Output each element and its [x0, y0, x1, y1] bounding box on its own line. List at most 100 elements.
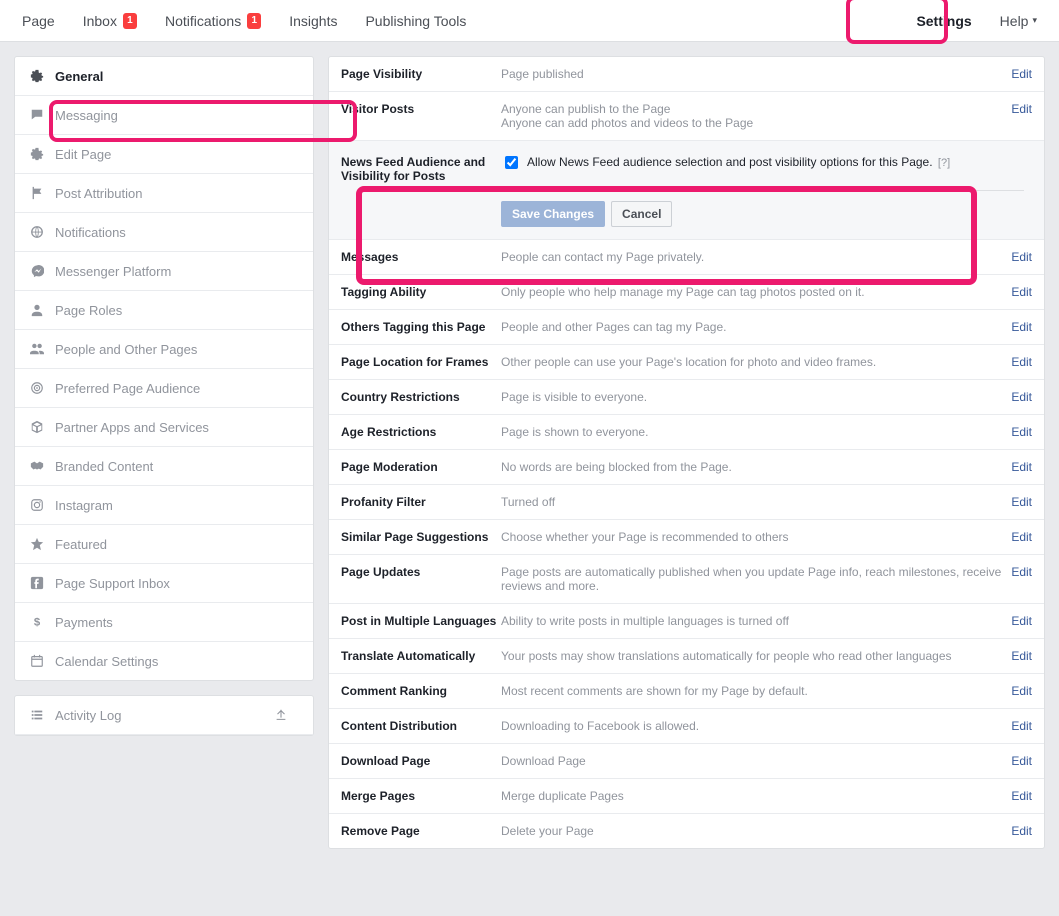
fb-icon [29, 575, 45, 591]
settings-main: Page VisibilityPage publishedEditVisitor… [328, 56, 1045, 849]
sidebar-item-label: Notifications [55, 225, 126, 240]
edit-link[interactable]: Edit [1011, 789, 1032, 803]
nav-help[interactable]: Help▾ [986, 0, 1051, 41]
edit-link[interactable]: Edit [1011, 320, 1032, 334]
activity-log-link[interactable]: Activity Log [15, 696, 313, 735]
setting-value: Only people who help manage my Page can … [501, 285, 1011, 299]
sidebar-item-branded-content[interactable]: Branded Content [15, 447, 313, 486]
nav-notifications[interactable]: Notifications1 [151, 0, 275, 41]
setting-row-others-tagging-this-page: Others Tagging this PagePeople and other… [329, 310, 1044, 345]
sidebar-item-featured[interactable]: Featured [15, 525, 313, 564]
people-icon [29, 341, 45, 357]
setting-value: Allow News Feed audience selection and p… [501, 155, 1032, 227]
edit-link[interactable]: Edit [1011, 425, 1032, 439]
nav-inbox[interactable]: Inbox1 [69, 0, 151, 41]
sidebar-item-label: Post Attribution [55, 186, 142, 201]
setting-label: Post in Multiple Languages [341, 614, 501, 628]
list-icon [29, 707, 45, 723]
edit-link[interactable]: Edit [1011, 719, 1032, 733]
sidebar-item-people-and-other-pages[interactable]: People and Other Pages [15, 330, 313, 369]
edit-link[interactable]: Edit [1011, 67, 1032, 81]
edit-link[interactable]: Edit [1011, 565, 1032, 593]
setting-label: Page Updates [341, 565, 501, 593]
nav-page[interactable]: Page [8, 0, 69, 41]
sidebar-item-preferred-page-audience[interactable]: Preferred Page Audience [15, 369, 313, 408]
save-changes-button[interactable]: Save Changes [501, 201, 605, 227]
sidebar-item-label: Page Roles [55, 303, 122, 318]
setting-row-country-restrictions: Country RestrictionsPage is visible to e… [329, 380, 1044, 415]
sidebar-item-messenger-platform[interactable]: Messenger Platform [15, 252, 313, 291]
activity-log-box: Activity Log [14, 695, 314, 736]
sidebar-item-notifications[interactable]: Notifications [15, 213, 313, 252]
setting-value: Page published [501, 67, 1011, 81]
sidebar-item-edit-page[interactable]: Edit Page [15, 135, 313, 174]
edit-link[interactable]: Edit [1011, 285, 1032, 299]
setting-label: Others Tagging this Page [341, 320, 501, 334]
setting-value: Ability to write posts in multiple langu… [501, 614, 1011, 628]
setting-row-similar-page-suggestions: Similar Page SuggestionsChoose whether y… [329, 520, 1044, 555]
sidebar-item-label: Edit Page [55, 147, 111, 162]
edit-link[interactable]: Edit [1011, 649, 1032, 663]
newsfeed-audience-checkbox[interactable] [505, 156, 518, 169]
edit-link[interactable]: Edit [1011, 390, 1032, 404]
setting-row-download-page: Download PageDownload PageEdit [329, 744, 1044, 779]
gear-icon [29, 146, 45, 162]
edit-link[interactable]: Edit [1011, 355, 1032, 369]
setting-label: Page Moderation [341, 460, 501, 474]
box-icon [29, 419, 45, 435]
setting-label: Comment Ranking [341, 684, 501, 698]
edit-link[interactable]: Edit [1011, 614, 1032, 628]
sidebar-item-label: People and Other Pages [55, 342, 197, 357]
sidebar-item-page-support-inbox[interactable]: Page Support Inbox [15, 564, 313, 603]
edit-link[interactable]: Edit [1011, 684, 1032, 698]
edit-link[interactable]: Edit [1011, 102, 1032, 130]
sidebar-item-label: Messaging [55, 108, 118, 123]
edit-link[interactable]: Edit [1011, 460, 1032, 474]
chevron-down-icon: ▾ [1032, 15, 1037, 26]
sidebar-item-label: Page Support Inbox [55, 576, 170, 591]
setting-label: Remove Page [341, 824, 501, 838]
sidebar-item-partner-apps-and-services[interactable]: Partner Apps and Services [15, 408, 313, 447]
person-icon [29, 302, 45, 318]
setting-value: Most recent comments are shown for my Pa… [501, 684, 1011, 698]
setting-value: Choose whether your Page is recommended … [501, 530, 1011, 544]
setting-label: Age Restrictions [341, 425, 501, 439]
sidebar-item-instagram[interactable]: Instagram [15, 486, 313, 525]
nav-publishing-tools[interactable]: Publishing Tools [351, 0, 480, 41]
sidebar-item-label: Messenger Platform [55, 264, 171, 279]
activity-log-label: Activity Log [55, 708, 121, 723]
top-nav: Page Inbox1 Notifications1 Insights Publ… [0, 0, 1059, 42]
edit-link[interactable]: Edit [1011, 250, 1032, 264]
cancel-button[interactable]: Cancel [611, 201, 672, 227]
svg-text:$: $ [34, 617, 41, 629]
edit-link[interactable]: Edit [1011, 530, 1032, 544]
sidebar-item-messaging[interactable]: Messaging [15, 96, 313, 135]
edit-link[interactable]: Edit [1011, 824, 1032, 838]
handshake-icon [29, 458, 45, 474]
sidebar-item-label: Preferred Page Audience [55, 381, 200, 396]
sidebar-item-calendar-settings[interactable]: Calendar Settings [15, 642, 313, 680]
sidebar-item-label: Instagram [55, 498, 113, 513]
nav-settings[interactable]: Settings [902, 0, 985, 41]
setting-row-messages: MessagesPeople can contact my Page priva… [329, 240, 1044, 275]
sidebar-item-general[interactable]: General [15, 57, 313, 96]
sidebar-item-post-attribution[interactable]: Post Attribution [15, 174, 313, 213]
edit-link[interactable]: Edit [1011, 495, 1032, 509]
edit-link[interactable]: Edit [1011, 754, 1032, 768]
setting-value: Page is shown to everyone. [501, 425, 1011, 439]
messenger-icon [29, 263, 45, 279]
setting-label: Similar Page Suggestions [341, 530, 501, 544]
sidebar-item-label: Featured [55, 537, 107, 552]
sidebar-item-payments[interactable]: $Payments [15, 603, 313, 642]
settings-sidebar: General Messaging Edit Page Post Attributio… [14, 56, 314, 681]
nav-insights[interactable]: Insights [275, 0, 351, 41]
setting-label: Merge Pages [341, 789, 501, 803]
setting-label: Tagging Ability [341, 285, 501, 299]
sidebar-item-page-roles[interactable]: Page Roles [15, 291, 313, 330]
setting-value: Download Page [501, 754, 1011, 768]
help-link[interactable]: [?] [938, 157, 950, 169]
setting-row-page-location-for-frames: Page Location for FramesOther people can… [329, 345, 1044, 380]
setting-value: Downloading to Facebook is allowed. [501, 719, 1011, 733]
setting-value: Merge duplicate Pages [501, 789, 1011, 803]
setting-label: Profanity Filter [341, 495, 501, 509]
